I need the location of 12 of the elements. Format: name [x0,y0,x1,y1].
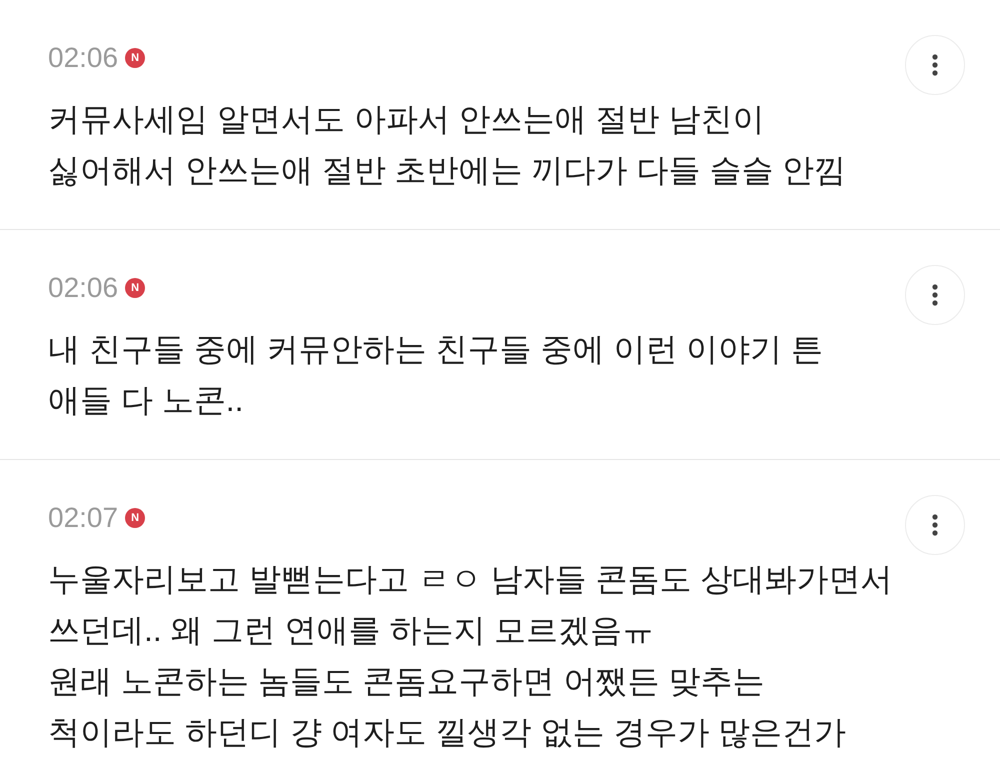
comment-time: 02:06 [48,41,118,75]
comment-text: 누울자리보고 발뻗는다고 ㄹㅇ 남자들 콘돔도 상대봐가면서 쓰던데.. 왜 그런 연애를 하는지 모르겠음ㅠ 원래 노콘하는 놈들도 콘돔요구하면 어쨌든 맞추는 척이라도 하던디 걍 여자도 낄생각 없는 경우가 많은건가 [48,560,894,752]
comment-text: 커뮤사세임 알면서도 아파서 안쓰는애 절반 남친이 싫어해서 안쓰는애 절반 초반에는 끼다가 다들 슬슬 안낌 [48,100,848,190]
new-badge: N [125,48,146,68]
more-icon [932,514,938,536]
comment-time: 02:06 [48,271,118,305]
new-badge: N [125,278,146,298]
new-badge: N [125,508,146,528]
comment-time: 02:07 [48,501,118,535]
more-icon [932,284,938,306]
comment-text: 내 친구들 중에 커뮤안하는 친구들 중에 이런 이야기 튼 애들 다 노콘.. [48,330,824,420]
more-icon [932,54,938,76]
